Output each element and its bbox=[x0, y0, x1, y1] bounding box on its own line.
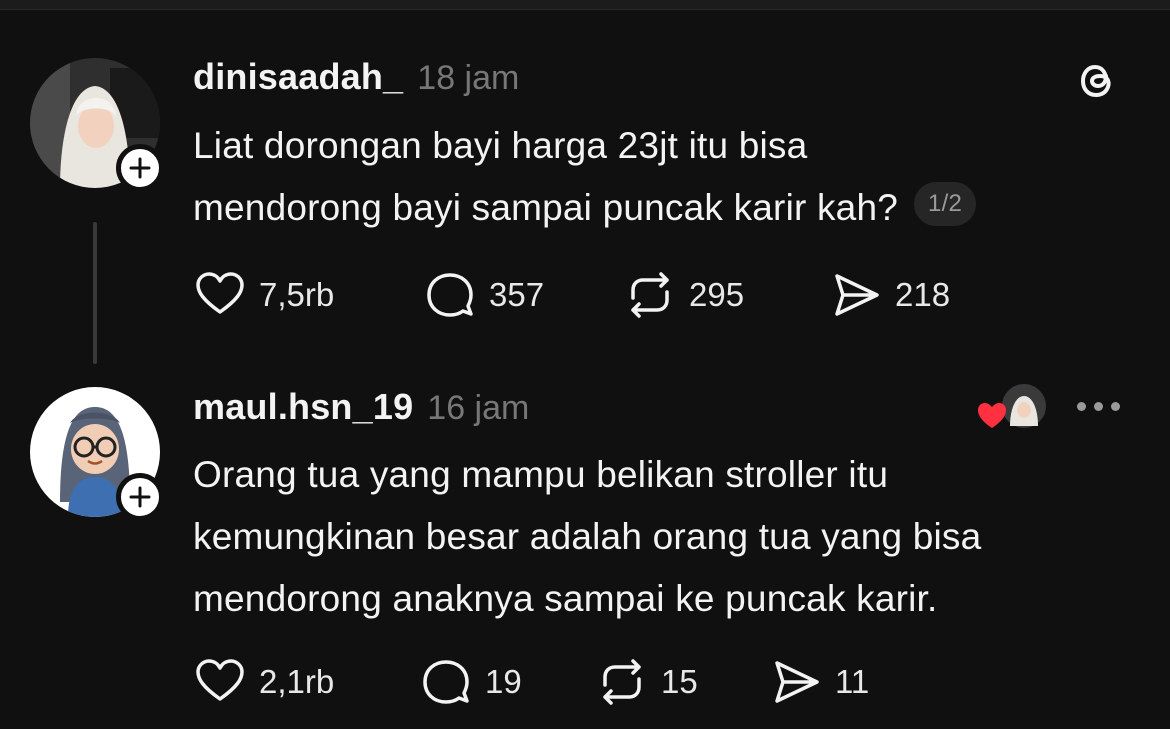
send-icon bbox=[775, 661, 819, 703]
like-count: 7,5rb bbox=[259, 276, 335, 313]
post-text-line: Orang tua yang mampu belikan stroller it… bbox=[193, 454, 889, 495]
reply-count: 357 bbox=[489, 276, 545, 313]
share-count: 11 bbox=[835, 663, 870, 700]
follow-button[interactable] bbox=[116, 473, 164, 521]
username[interactable]: dinisaadah_ bbox=[193, 56, 403, 98]
like-button[interactable]: 7,5rb bbox=[193, 268, 423, 322]
send-icon bbox=[835, 274, 879, 316]
share-count: 218 bbox=[895, 276, 951, 313]
repost-button[interactable]: 15 bbox=[595, 655, 769, 709]
liked-by-author-indicator bbox=[978, 382, 1048, 430]
timestamp: 18 jam bbox=[417, 59, 520, 97]
timestamp: 16 jam bbox=[427, 389, 530, 427]
heart-icon bbox=[196, 659, 244, 701]
threads-logo-icon[interactable] bbox=[1072, 56, 1122, 106]
more-dots-icon[interactable] bbox=[1072, 393, 1124, 419]
post-text-line: kemungkinan besar adalah orang tua yang … bbox=[193, 516, 982, 557]
post-text-line: mendorong anaknya sampai ke puncak karir… bbox=[193, 578, 938, 619]
red-heart-icon bbox=[978, 403, 1006, 428]
reply-count: 19 bbox=[485, 663, 522, 700]
action-bar: 2,1rb 19 15 11 bbox=[193, 655, 869, 709]
post-header: dinisaadah_ 18 jam bbox=[193, 56, 519, 98]
plus-icon bbox=[129, 486, 151, 508]
share-button[interactable]: 218 bbox=[829, 268, 950, 322]
post-text-line: mendorong bayi sampai puncak karir kah? bbox=[193, 187, 899, 228]
author-avatar-wrap[interactable] bbox=[30, 387, 164, 521]
top-divider bbox=[0, 0, 1170, 10]
thread-connector-line bbox=[93, 222, 97, 364]
action-bar: 7,5rb 357 295 218 bbox=[193, 268, 950, 322]
repost-count: 15 bbox=[661, 663, 698, 700]
repost-icon bbox=[631, 272, 669, 318]
repost-button[interactable]: 295 bbox=[623, 268, 829, 322]
repost-icon bbox=[603, 659, 641, 705]
repost-count: 295 bbox=[689, 276, 745, 313]
username[interactable]: maul.hsn_19 bbox=[193, 386, 413, 428]
like-button[interactable]: 2,1rb bbox=[193, 655, 419, 709]
reply-button[interactable]: 357 bbox=[423, 268, 623, 322]
post-header: maul.hsn_19 16 jam bbox=[193, 386, 529, 428]
thread-pager-badge: 1/2 bbox=[914, 182, 976, 227]
post-text-line: Liat dorongan bayi harga 23jt itu bisa bbox=[193, 125, 808, 166]
author-avatar-wrap[interactable] bbox=[30, 58, 164, 192]
post-text: Liat dorongan bayi harga 23jt itu bisa m… bbox=[193, 115, 976, 239]
comment-bubble-icon bbox=[427, 273, 473, 317]
comment-bubble-icon bbox=[423, 660, 469, 704]
reply-button[interactable]: 19 bbox=[419, 655, 595, 709]
like-count: 2,1rb bbox=[259, 663, 335, 700]
heart-icon bbox=[196, 272, 244, 314]
follow-button[interactable] bbox=[116, 144, 164, 192]
share-button[interactable]: 11 bbox=[769, 655, 869, 709]
plus-icon bbox=[129, 157, 151, 179]
post-text-line-with-pager: mendorong bayi sampai puncak karir kah? 1… bbox=[193, 177, 976, 239]
post-text: Orang tua yang mampu belikan stroller it… bbox=[193, 444, 981, 630]
